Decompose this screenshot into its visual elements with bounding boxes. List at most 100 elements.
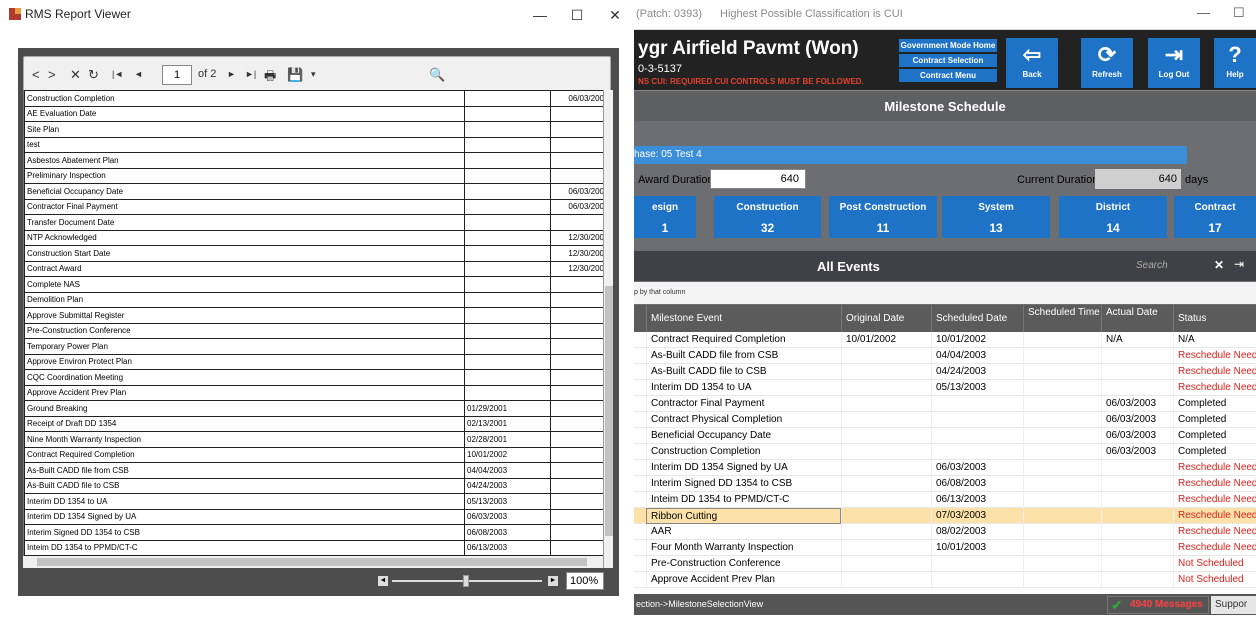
tile-district[interactable]: District 14 [1059, 196, 1167, 238]
minimize-button[interactable]: — [1197, 5, 1210, 20]
report-date-cell [464, 229, 551, 246]
help-label: Help [1226, 70, 1244, 79]
last-page-icon[interactable]: ►| [245, 69, 256, 79]
zoom-out-icon[interactable]: ◄ [378, 576, 388, 586]
actual-date-cell [1101, 492, 1173, 508]
award-duration-field[interactable]: 640 [710, 169, 806, 189]
close-button[interactable]: ✕ [600, 4, 630, 26]
refresh-icon[interactable]: ↻ [88, 67, 99, 83]
table-row[interactable]: Approve Accident Prev Plan Not Scheduled [634, 572, 1256, 588]
horizontal-scroll-thumb[interactable] [37, 558, 587, 566]
table-row[interactable]: Interim DD 1354 Signed by UA 06/03/2003 Re… [634, 460, 1256, 476]
status-bar: ection->MilestoneSelectionView 4940 Mess… [634, 594, 1256, 615]
actual-date-cell [1101, 348, 1173, 364]
col-milestone-event[interactable]: Milestone Event [646, 305, 846, 332]
table-row[interactable]: Ribbon Cutting 07/03/2003 Reschedule Neede [634, 508, 1256, 524]
event-name-cell: Pre-Construction Conference [646, 556, 841, 572]
table-row[interactable]: Construction Completion 06/03/2003 Complet… [634, 444, 1256, 460]
next-page-icon[interactable]: ► [227, 69, 236, 79]
report-actual-cell [549, 276, 603, 293]
zoom-level-select[interactable]: 100% [566, 572, 604, 590]
original-date-cell: 10/01/2002 [841, 332, 931, 348]
event-name-cell: Ribbon Cutting [646, 508, 841, 524]
report-actual-cell [549, 291, 603, 308]
report-event-cell: Site Plan [24, 121, 466, 138]
col-actual-date[interactable]: Actual Date [1101, 305, 1173, 332]
zoom-slider-thumb[interactable] [463, 575, 469, 587]
report-actual-cell [549, 462, 603, 479]
first-page-icon[interactable]: |◄ [112, 69, 123, 79]
status-cell: Reschedule Neede [1173, 540, 1256, 556]
report-frame: < > ✕ ↻ |◄ ◄ 1 of 2 ► ►| 🖶 💾 ▾ 🔍 Constru… [18, 48, 619, 596]
table-row[interactable]: Beneficial Occupancy Date 06/03/2003 Compl… [634, 428, 1256, 444]
tile-system[interactable]: System 13 [942, 196, 1050, 238]
col-scheduled-date[interactable]: Scheduled Date [931, 305, 1023, 332]
table-row[interactable]: As-Built CADD file from CSB 04/04/2003 Res… [634, 348, 1256, 364]
search-icon[interactable]: 🔍 [429, 67, 445, 83]
col-original-date[interactable]: Original Date [841, 305, 936, 332]
print-icon[interactable]: 🖶 [264, 67, 276, 89]
report-event-cell: Ground Breaking [24, 400, 466, 417]
report-date-cell [464, 276, 551, 293]
scheduled-date-cell: 10/01/2002 [931, 332, 1023, 348]
search-input[interactable]: Search [1128, 256, 1228, 276]
export-dropdown-icon[interactable]: ▾ [311, 69, 316, 80]
vertical-scroll-thumb[interactable] [605, 286, 613, 536]
table-row[interactable]: Contractor Final Payment 06/03/2003 Comple… [634, 396, 1256, 412]
back-button[interactable]: ⇦ Back [1006, 38, 1058, 88]
logout-button[interactable]: ⇥ Log Out [1148, 38, 1200, 88]
scheduled-date-cell [931, 572, 1023, 588]
actual-date-cell: 06/03/2003 [1101, 428, 1173, 444]
table-row[interactable]: Four Month Warranty Inspection 10/01/2003… [634, 540, 1256, 556]
status-cell: Reschedule Neede [1173, 524, 1256, 540]
horizontal-scrollbar[interactable] [23, 556, 603, 568]
page-number-input[interactable]: 1 [162, 65, 192, 85]
support-button[interactable]: Suppor [1211, 596, 1256, 614]
tile-label: esign [651, 202, 679, 213]
report-event-cell: Contract Award [24, 260, 466, 277]
table-row[interactable]: Interim Signed DD 1354 to CSB 06/08/2003 R… [634, 476, 1256, 492]
stop-icon[interactable]: ✕ [70, 67, 81, 83]
tile-count: 14 [1106, 221, 1120, 235]
maximize-button[interactable]: ☐ [1233, 5, 1245, 21]
report-event-cell: As-Built CADD file to CSB [24, 477, 466, 494]
report-event-cell: Interim Signed DD 1354 to CSB [24, 524, 466, 541]
back-icon[interactable]: < [32, 67, 40, 82]
report-actual-cell [549, 152, 603, 169]
export-icon[interactable]: ⇥ [1234, 257, 1244, 271]
table-row[interactable]: As-Built CADD file to CSB 04/24/2003 Resch… [634, 364, 1256, 380]
prev-page-icon[interactable]: ◄ [134, 69, 143, 79]
vertical-scrollbar[interactable] [603, 90, 613, 568]
help-button[interactable]: ? Help [1214, 38, 1256, 88]
tile-post-construction[interactable]: Post Construction 11 [829, 196, 937, 238]
tile-contract[interactable]: Contract 17 [1174, 196, 1256, 238]
contract-selection-link[interactable]: Contract Selection [899, 54, 997, 67]
refresh-label: Refresh [1092, 70, 1122, 79]
clear-search-icon[interactable]: ✕ [1214, 258, 1224, 272]
minimize-button[interactable]: — [525, 4, 555, 26]
forward-icon[interactable]: > [48, 67, 56, 82]
refresh-button[interactable]: ⟳ Refresh [1081, 38, 1133, 88]
report-row: Asbestos Abatement Plan [24, 152, 603, 169]
refresh-icon: ⟳ [1097, 42, 1117, 67]
table-row[interactable]: AAR 08/02/2003 Reschedule Neede [634, 524, 1256, 540]
col-status[interactable]: Status [1173, 305, 1256, 332]
original-date-cell [841, 428, 931, 444]
event-name-cell: AAR [646, 524, 841, 540]
col-scheduled-time[interactable]: Scheduled Time [1023, 305, 1101, 332]
export-icon[interactable]: 💾 [287, 67, 303, 83]
table-row[interactable]: Pre-Construction Conference Not Scheduled [634, 556, 1256, 572]
table-row[interactable]: Inteim DD 1354 to PPMD/CT-C 06/13/2003 Res… [634, 492, 1256, 508]
tile-construction[interactable]: Construction 32 [714, 196, 821, 238]
table-row[interactable]: Contract Required Completion 10/01/2002 10… [634, 332, 1256, 348]
government-mode-home-link[interactable]: Government Mode Home [899, 39, 997, 52]
report-page: Construction Completion 06/03/200 AE Evalu… [23, 90, 603, 556]
table-row[interactable]: Interim DD 1354 to UA 05/13/2003 Reschedul… [634, 380, 1256, 396]
table-row[interactable]: Contract Physical Completion 06/03/2003 Co… [634, 412, 1256, 428]
zoom-in-icon[interactable]: ► [548, 576, 558, 586]
contract-menu-link[interactable]: Contract Menu [899, 69, 997, 82]
tile-design[interactable]: esign 1 [634, 196, 696, 238]
scheduled-date-cell [931, 412, 1023, 428]
maximize-button[interactable]: ☐ [562, 4, 592, 26]
days-unit: days [1185, 174, 1209, 186]
